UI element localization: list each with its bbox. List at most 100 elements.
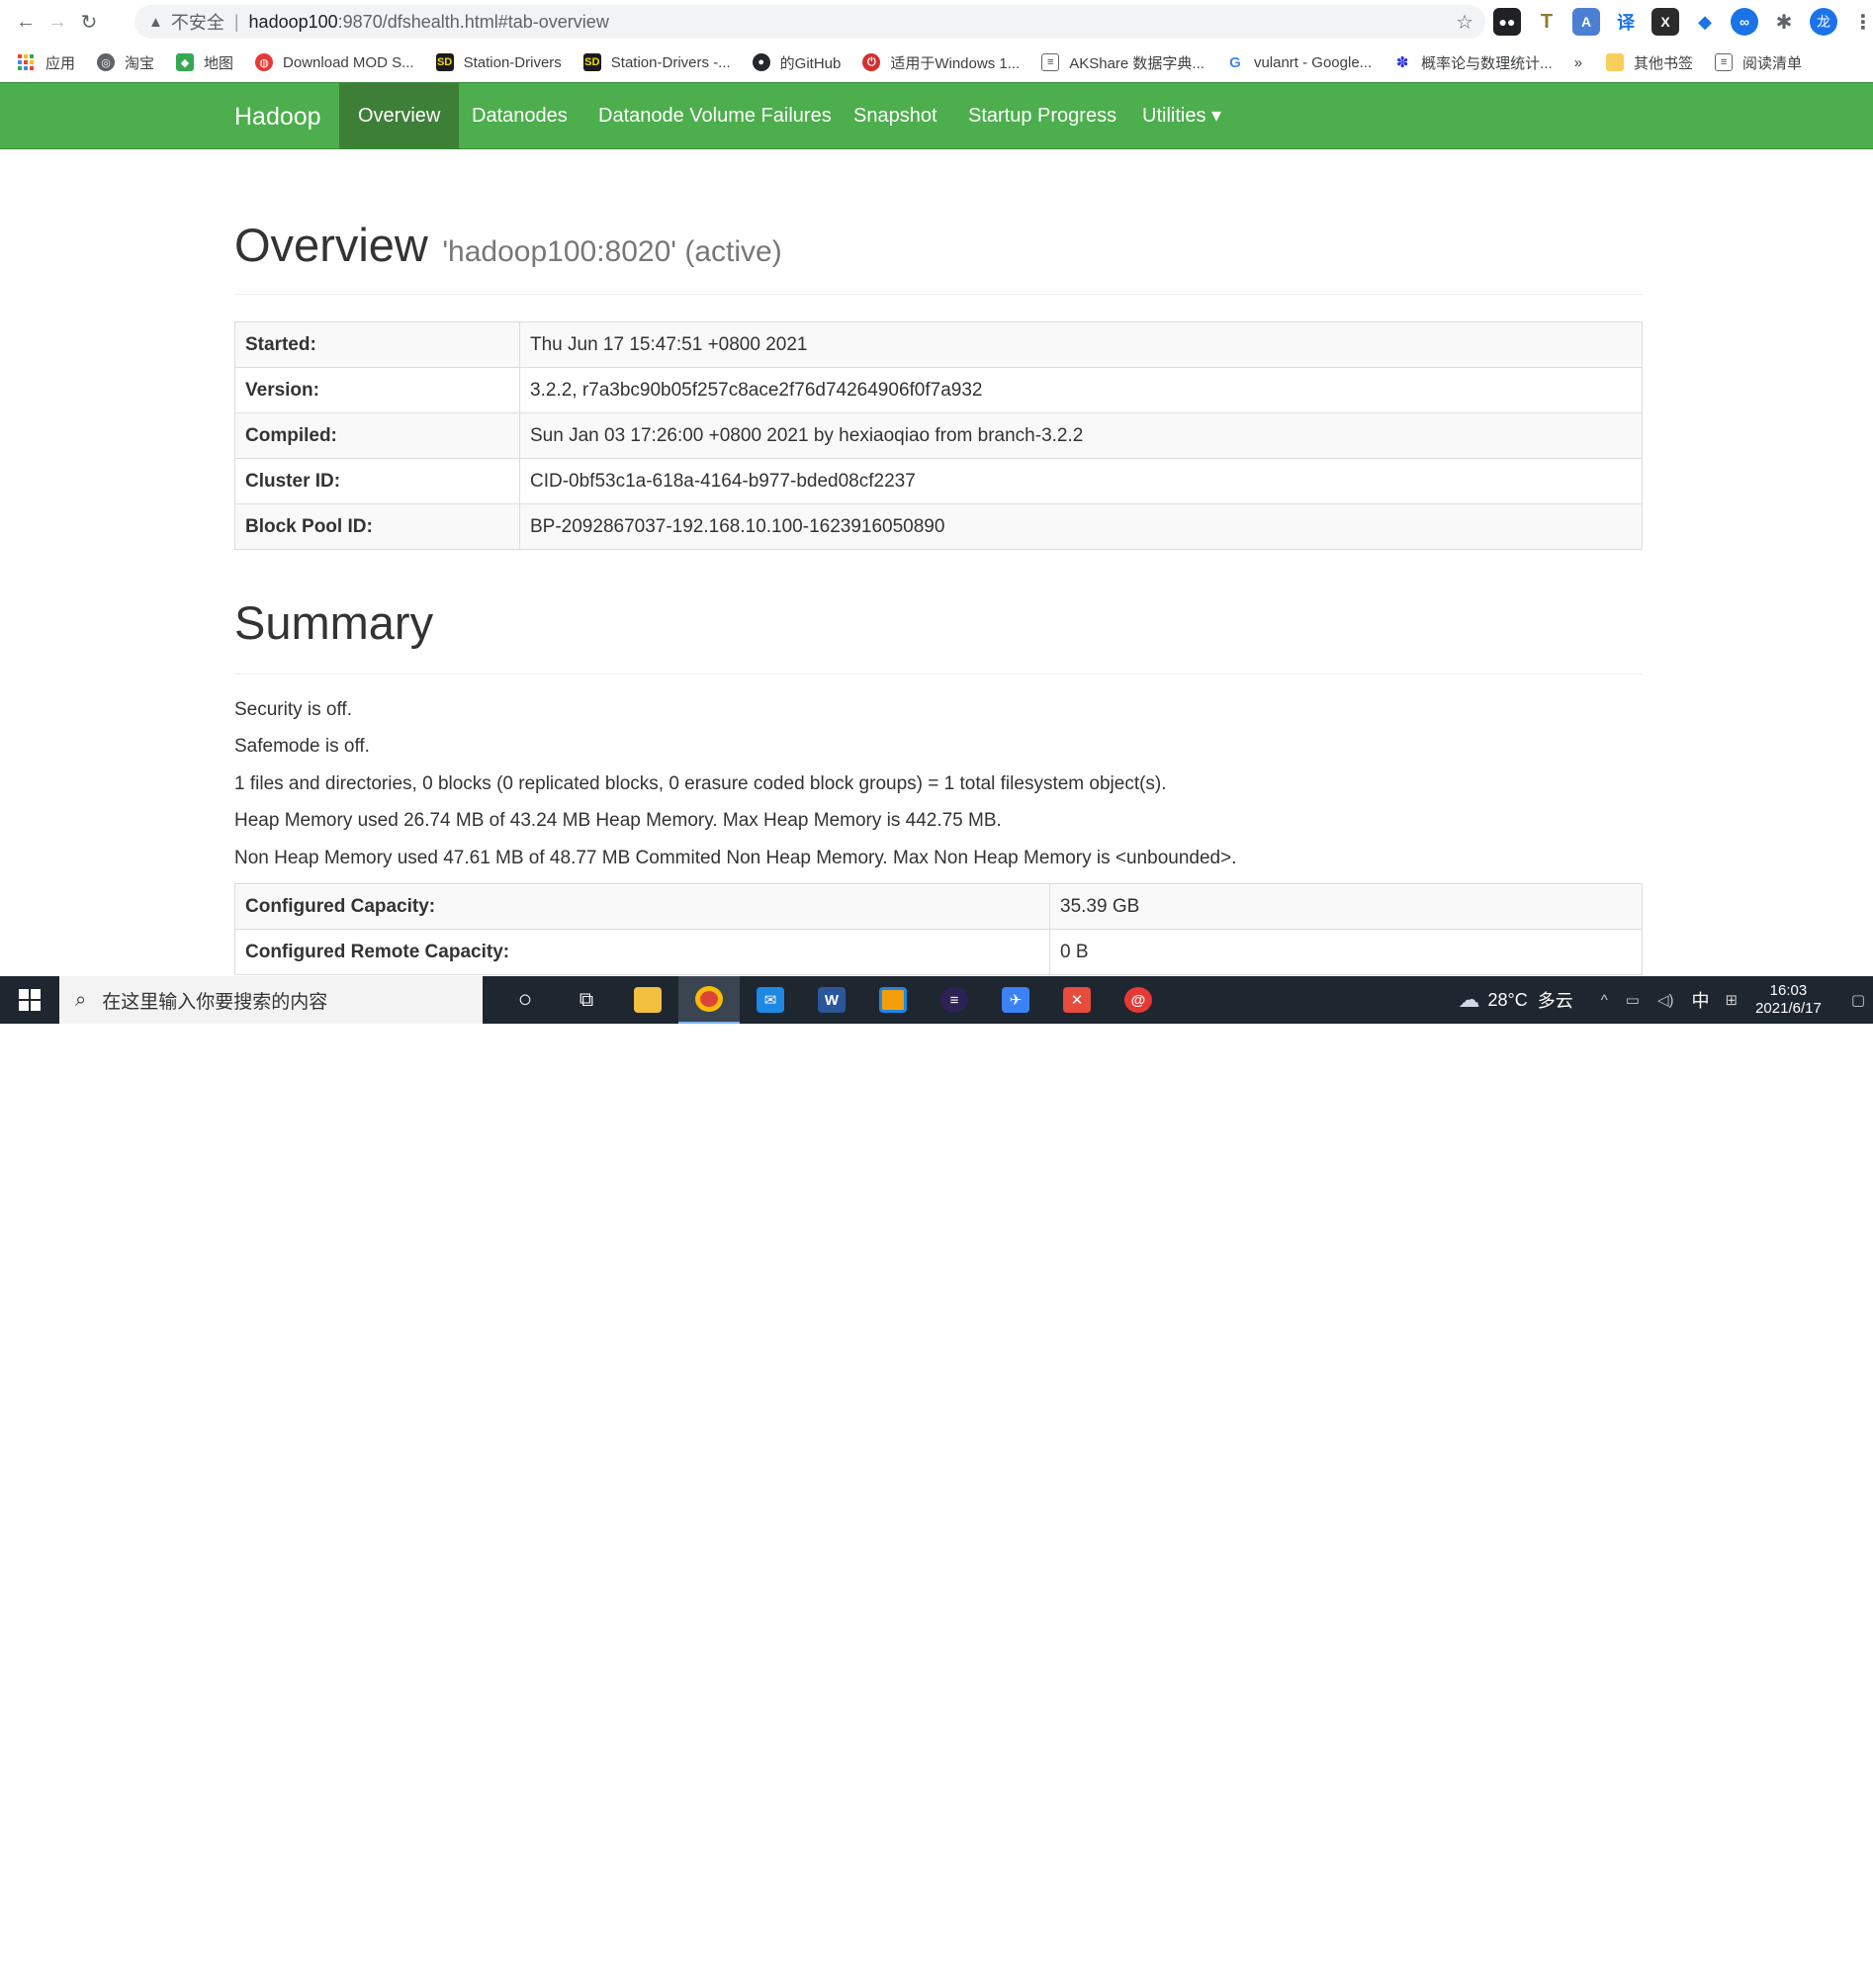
mail-icon[interactable]: ✉ bbox=[740, 976, 801, 1024]
table-row: Configured Capacity: 35.39 GB bbox=[234, 883, 1643, 930]
bookmark-other[interactable]: 其他书签 bbox=[1606, 52, 1693, 73]
feishu-icon[interactable]: ✈ bbox=[985, 976, 1046, 1024]
extension-infinity-icon[interactable]: ∞ bbox=[1731, 8, 1758, 36]
table-row: Block Pool ID: BP-2092867037-192.168.10.… bbox=[234, 503, 1643, 550]
weather-cloud-icon[interactable]: ☁ bbox=[1459, 987, 1480, 1013]
bookmark-label: 阅读清单 bbox=[1742, 54, 1803, 72]
row-value: 0 B bbox=[1049, 929, 1643, 975]
vmware-icon[interactable] bbox=[862, 976, 924, 1024]
bookmark-google[interactable]: G vulanrt - Google... bbox=[1225, 53, 1372, 71]
extensions-puzzle-icon[interactable]: ✱ bbox=[1770, 8, 1798, 36]
nav-overview[interactable]: Overview bbox=[339, 83, 460, 148]
ime-mode-icon[interactable]: ⊞ bbox=[1726, 991, 1739, 1009]
nav-utilities-dropdown[interactable]: Utilities ▾ bbox=[1123, 83, 1240, 148]
row-value: 35.39 GB bbox=[1049, 883, 1643, 930]
extension-mask-icon[interactable]: ●● bbox=[1493, 8, 1521, 36]
more-bookmarks-icon[interactable]: » bbox=[1574, 54, 1582, 71]
table-row: Started: Thu Jun 17 15:47:51 +0800 2021 bbox=[234, 321, 1643, 368]
cortana-icon[interactable]: ○ bbox=[494, 976, 556, 1024]
profile-avatar[interactable]: 龙 bbox=[1810, 8, 1837, 36]
row-value: Thu Jun 17 15:47:51 +0800 2021 bbox=[519, 321, 1643, 368]
insecure-label: 不安全 bbox=[170, 13, 224, 33]
extension-t-icon[interactable]: T bbox=[1533, 8, 1561, 36]
back-arrow-icon[interactable]: ← bbox=[12, 8, 40, 36]
watermark: https://blog.csdn.net/weixin_45745075 bbox=[1596, 1971, 1849, 1988]
bookmark-windows[interactable]: ⏻ 适用于Windows 1... bbox=[862, 52, 1020, 73]
xmind-icon[interactable]: ✕ bbox=[1046, 976, 1108, 1024]
chrome-icon[interactable] bbox=[678, 976, 740, 1024]
maps-icon: ◆ bbox=[176, 53, 195, 71]
start-button[interactable] bbox=[0, 976, 59, 1024]
nav-datanodes[interactable]: Datanodes bbox=[453, 83, 586, 148]
globe-icon: ◎ bbox=[97, 53, 116, 71]
bookmark-baidu[interactable]: ✽ 概率论与数理统计... bbox=[1393, 52, 1553, 73]
bookmark-station-drivers-2[interactable]: SD Station-Drivers -... bbox=[582, 53, 731, 71]
eclipse-icon[interactable]: ≡ bbox=[924, 976, 985, 1024]
bookmark-label: 适用于Windows 1... bbox=[890, 54, 1021, 72]
network-icon[interactable]: ▭ bbox=[1626, 991, 1640, 1009]
capacity-table: Configured Capacity: 35.39 GB Configured… bbox=[234, 883, 1643, 975]
forward-arrow-icon[interactable]: → bbox=[44, 8, 71, 36]
bookmark-apps[interactable]: 应用 bbox=[18, 52, 75, 73]
bookmark-star-icon[interactable]: ☆ bbox=[1456, 10, 1473, 35]
row-key: Cluster ID: bbox=[234, 458, 520, 504]
notification-icon[interactable]: ▢ bbox=[1851, 991, 1865, 1009]
task-view-icon[interactable]: ⧉ bbox=[556, 976, 617, 1024]
nav-datanode-volume-failures[interactable]: Datanode Volume Failures bbox=[580, 83, 850, 148]
extension-diamond-icon[interactable]: ◆ bbox=[1691, 8, 1719, 36]
clock[interactable]: 16:03 2021/6/17 bbox=[1755, 982, 1822, 1018]
page-title: Overview bbox=[234, 219, 428, 271]
reload-icon[interactable]: ↻ bbox=[75, 8, 103, 36]
url-host: hadoop100 bbox=[248, 11, 338, 32]
search-placeholder: 在这里输入你要搜索的内容 bbox=[102, 991, 328, 1013]
tray-chevron-icon[interactable]: ^ bbox=[1601, 992, 1608, 1009]
baidu-icon: ✽ bbox=[1393, 53, 1412, 71]
bookmark-label: AKShare 数据字典... bbox=[1069, 54, 1204, 72]
bookmark-label: 概率论与数理统计... bbox=[1421, 54, 1553, 72]
extension-yi-icon[interactable]: 译 bbox=[1612, 8, 1640, 36]
bookmark-taobao[interactable]: ◎ 淘宝 bbox=[97, 52, 154, 73]
nav-snapshot[interactable]: Snapshot bbox=[835, 83, 956, 148]
row-key: Started: bbox=[234, 321, 520, 368]
extension-x-icon[interactable]: X bbox=[1651, 8, 1679, 36]
weather-text[interactable]: 多云 bbox=[1538, 987, 1573, 1013]
table-row: Cluster ID: CID-0bf53c1a-618a-4164-b977-… bbox=[234, 458, 1643, 504]
extension-translate-icon[interactable]: A bbox=[1572, 8, 1600, 36]
table-row: Configured Remote Capacity: 0 B bbox=[234, 929, 1643, 975]
word-icon[interactable]: W bbox=[801, 976, 862, 1024]
file-explorer-icon[interactable] bbox=[617, 976, 678, 1024]
taskbar-search[interactable]: ⌕ 在这里输入你要搜索的内容 bbox=[59, 976, 483, 1024]
address-bar[interactable]: ▲ 不安全 | hadoop100:9870/dfshealth.html#ta… bbox=[134, 5, 1485, 39]
volume-icon[interactable]: ◁) bbox=[1657, 991, 1674, 1009]
bookmark-download-mod[interactable]: ◍ Download MOD S... bbox=[255, 53, 414, 71]
snail-app-icon[interactable]: @ bbox=[1108, 976, 1169, 1024]
bookmark-label: 的GitHub bbox=[779, 54, 842, 72]
bookmark-label: Station-Drivers -... bbox=[610, 53, 731, 71]
bookmark-reading-list[interactable]: ≡ 阅读清单 bbox=[1715, 52, 1802, 73]
summary-header: Summary bbox=[234, 595, 1643, 675]
bookmark-label: 应用 bbox=[45, 54, 76, 72]
navbar-brand[interactable]: Hadoop bbox=[234, 103, 321, 132]
bookmark-station-drivers[interactable]: SD Station-Drivers bbox=[435, 53, 562, 71]
row-key: Configured Remote Capacity: bbox=[234, 929, 1050, 975]
temperature[interactable]: 28°C bbox=[1488, 990, 1528, 1011]
ime-indicator[interactable]: 中 bbox=[1692, 987, 1710, 1013]
taskbar-apps: ○ ⧉ ✉ W ≡ ✈ ✕ @ bbox=[494, 976, 1169, 1024]
row-key: Version: bbox=[234, 367, 520, 413]
nav-startup-progress[interactable]: Startup Progress bbox=[949, 83, 1135, 148]
windows-taskbar: ⌕ 在这里输入你要搜索的内容 ○ ⧉ ✉ W ≡ ✈ ✕ @ ☁ 28°C 多云… bbox=[0, 976, 1873, 1988]
station-drivers-icon: SD bbox=[435, 53, 454, 71]
clock-date: 2021/6/17 bbox=[1755, 1000, 1822, 1017]
overview-header: Overview 'hadoop100:8020' (active) bbox=[234, 218, 1643, 295]
google-icon: G bbox=[1225, 53, 1244, 71]
bookmark-maps[interactable]: ◆ 地图 bbox=[176, 52, 233, 73]
hadoop-navbar: Hadoop Overview Datanodes Datanode Volum… bbox=[0, 82, 1873, 149]
bookmark-akshare[interactable]: ≡ AKShare 数据字典... bbox=[1041, 52, 1204, 73]
row-value: 3.2.2, r7a3bc90b05f257c8ace2f76d74264906… bbox=[519, 367, 1643, 413]
menu-dots-icon[interactable]: ⋮ bbox=[1849, 8, 1873, 36]
download-mod-icon: ◍ bbox=[255, 53, 274, 71]
bookmark-github[interactable]: ● 的GitHub bbox=[752, 52, 842, 73]
summary-line: Heap Memory used 26.74 MB of 43.24 MB He… bbox=[234, 810, 1002, 831]
folder-icon bbox=[1606, 53, 1625, 71]
bookmark-label: Station-Drivers bbox=[463, 53, 562, 71]
